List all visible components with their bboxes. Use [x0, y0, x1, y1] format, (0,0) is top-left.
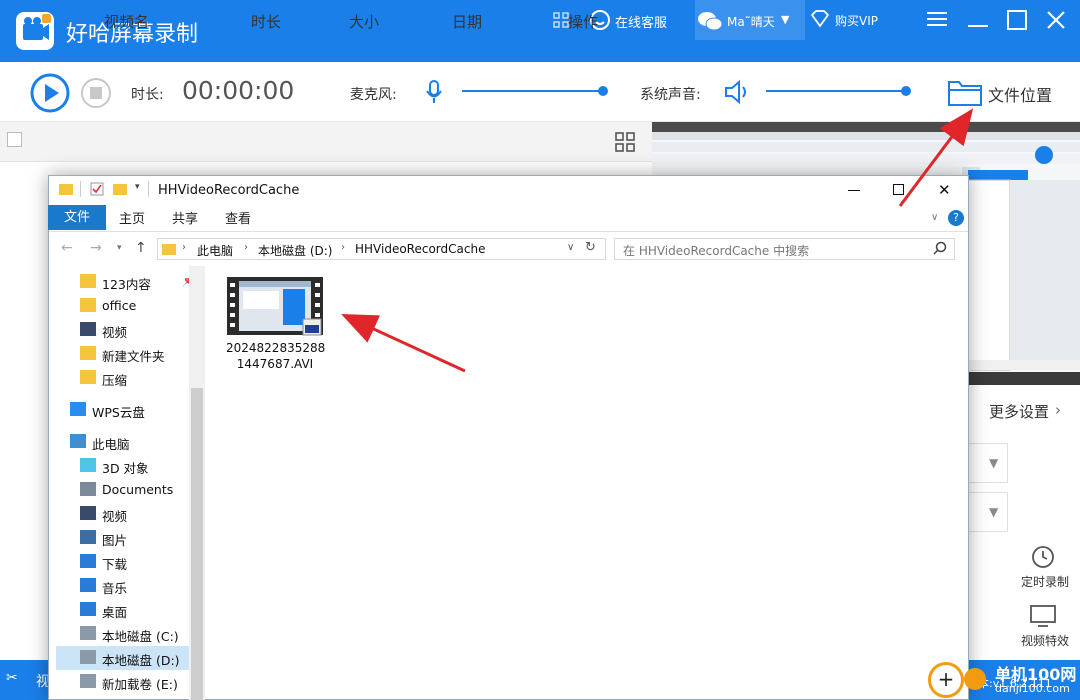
annotation-arrow-file-location — [898, 108, 974, 207]
annotation-arrows — [341, 108, 974, 373]
annotation-arrow-video-file — [341, 313, 466, 373]
